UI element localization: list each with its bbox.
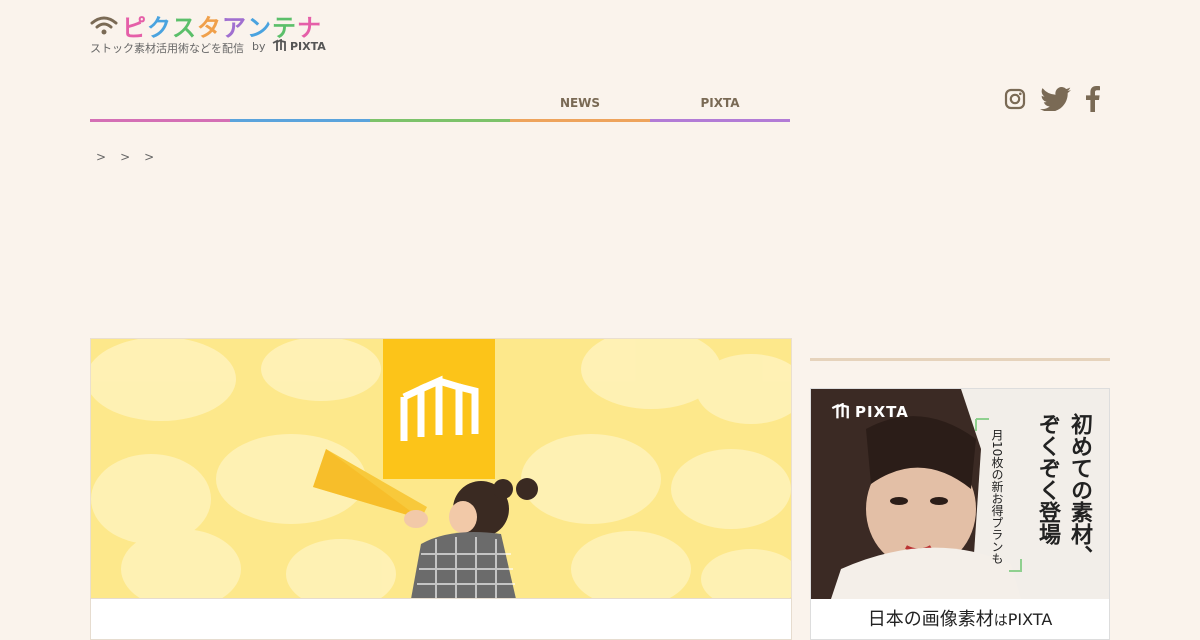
pixta-mini-text: PIXTA <box>290 39 326 53</box>
pixta-mark-icon <box>272 39 286 51</box>
breadcrumb-separator: > <box>144 150 157 164</box>
breadcrumb-separator: > <box>96 150 109 164</box>
social-links <box>1004 86 1100 112</box>
logo-subtitle: ストック素材活用術などを配信 <box>90 42 244 55</box>
breadcrumb-separator: > <box>120 150 133 164</box>
hero-illustration <box>91 339 791 599</box>
main-nav: NEWS PIXTA <box>90 86 790 122</box>
nav-item-4[interactable]: NEWS <box>510 86 650 122</box>
pixta-mark-icon <box>831 403 849 419</box>
ad-footer-brand: PIXTA <box>1007 610 1053 629</box>
pixta-mini-logo: PIXTA <box>272 39 326 53</box>
logo-title-char: ク <box>147 14 172 42</box>
ad-headline-2: ぞくぞく登場 <box>1035 413 1060 545</box>
ad-brand: PIXTA <box>855 403 909 421</box>
sidebar-heading <box>810 344 1110 361</box>
twitter-icon[interactable] <box>1040 87 1072 111</box>
ad-footer-main: 日本の画像素材 <box>867 609 994 630</box>
instagram-icon[interactable] <box>1004 88 1026 110</box>
ad-footer: 日本の画像素材はPIXTA <box>811 599 1109 639</box>
logo-title-char: ナ <box>297 14 322 42</box>
ad-pixta-logo: PIXTA <box>831 403 909 421</box>
logo-title-char: ン <box>247 14 272 42</box>
nav-item-1[interactable] <box>90 86 230 122</box>
ad-headline-1: 初めての素材、 <box>1067 413 1092 567</box>
wifi-icon <box>90 16 118 35</box>
ad-footer-small: は <box>993 613 1008 629</box>
nav-item-3[interactable] <box>370 86 510 122</box>
nav-item-2[interactable] <box>230 86 370 122</box>
nav-item-5[interactable]: PIXTA <box>650 86 790 122</box>
logo-title-char: タ <box>197 14 222 42</box>
logo-title-char: ス <box>172 14 197 42</box>
logo-by: by <box>252 40 266 53</box>
pixta-banner-ad[interactable]: PIXTA 初めての素材、 ぞくぞく登場 月10枚の新お得プランも 日本の画像素… <box>810 388 1110 640</box>
article-hero-image[interactable] <box>90 338 792 600</box>
logo-title: ピクスタアンテナ <box>122 8 322 43</box>
logo-title-char: テ <box>272 14 297 42</box>
ad-subline: 月10枚の新お得プランも <box>990 429 1004 565</box>
breadcrumb: > > > <box>96 150 168 164</box>
article-card <box>90 598 792 640</box>
logo-title-char: ピ <box>122 14 147 42</box>
site-logo[interactable]: ピクスタアンテナ ストック素材活用術などを配信 by PIXTA <box>90 10 350 60</box>
facebook-icon[interactable] <box>1086 86 1100 112</box>
logo-title-char: ア <box>222 14 247 42</box>
